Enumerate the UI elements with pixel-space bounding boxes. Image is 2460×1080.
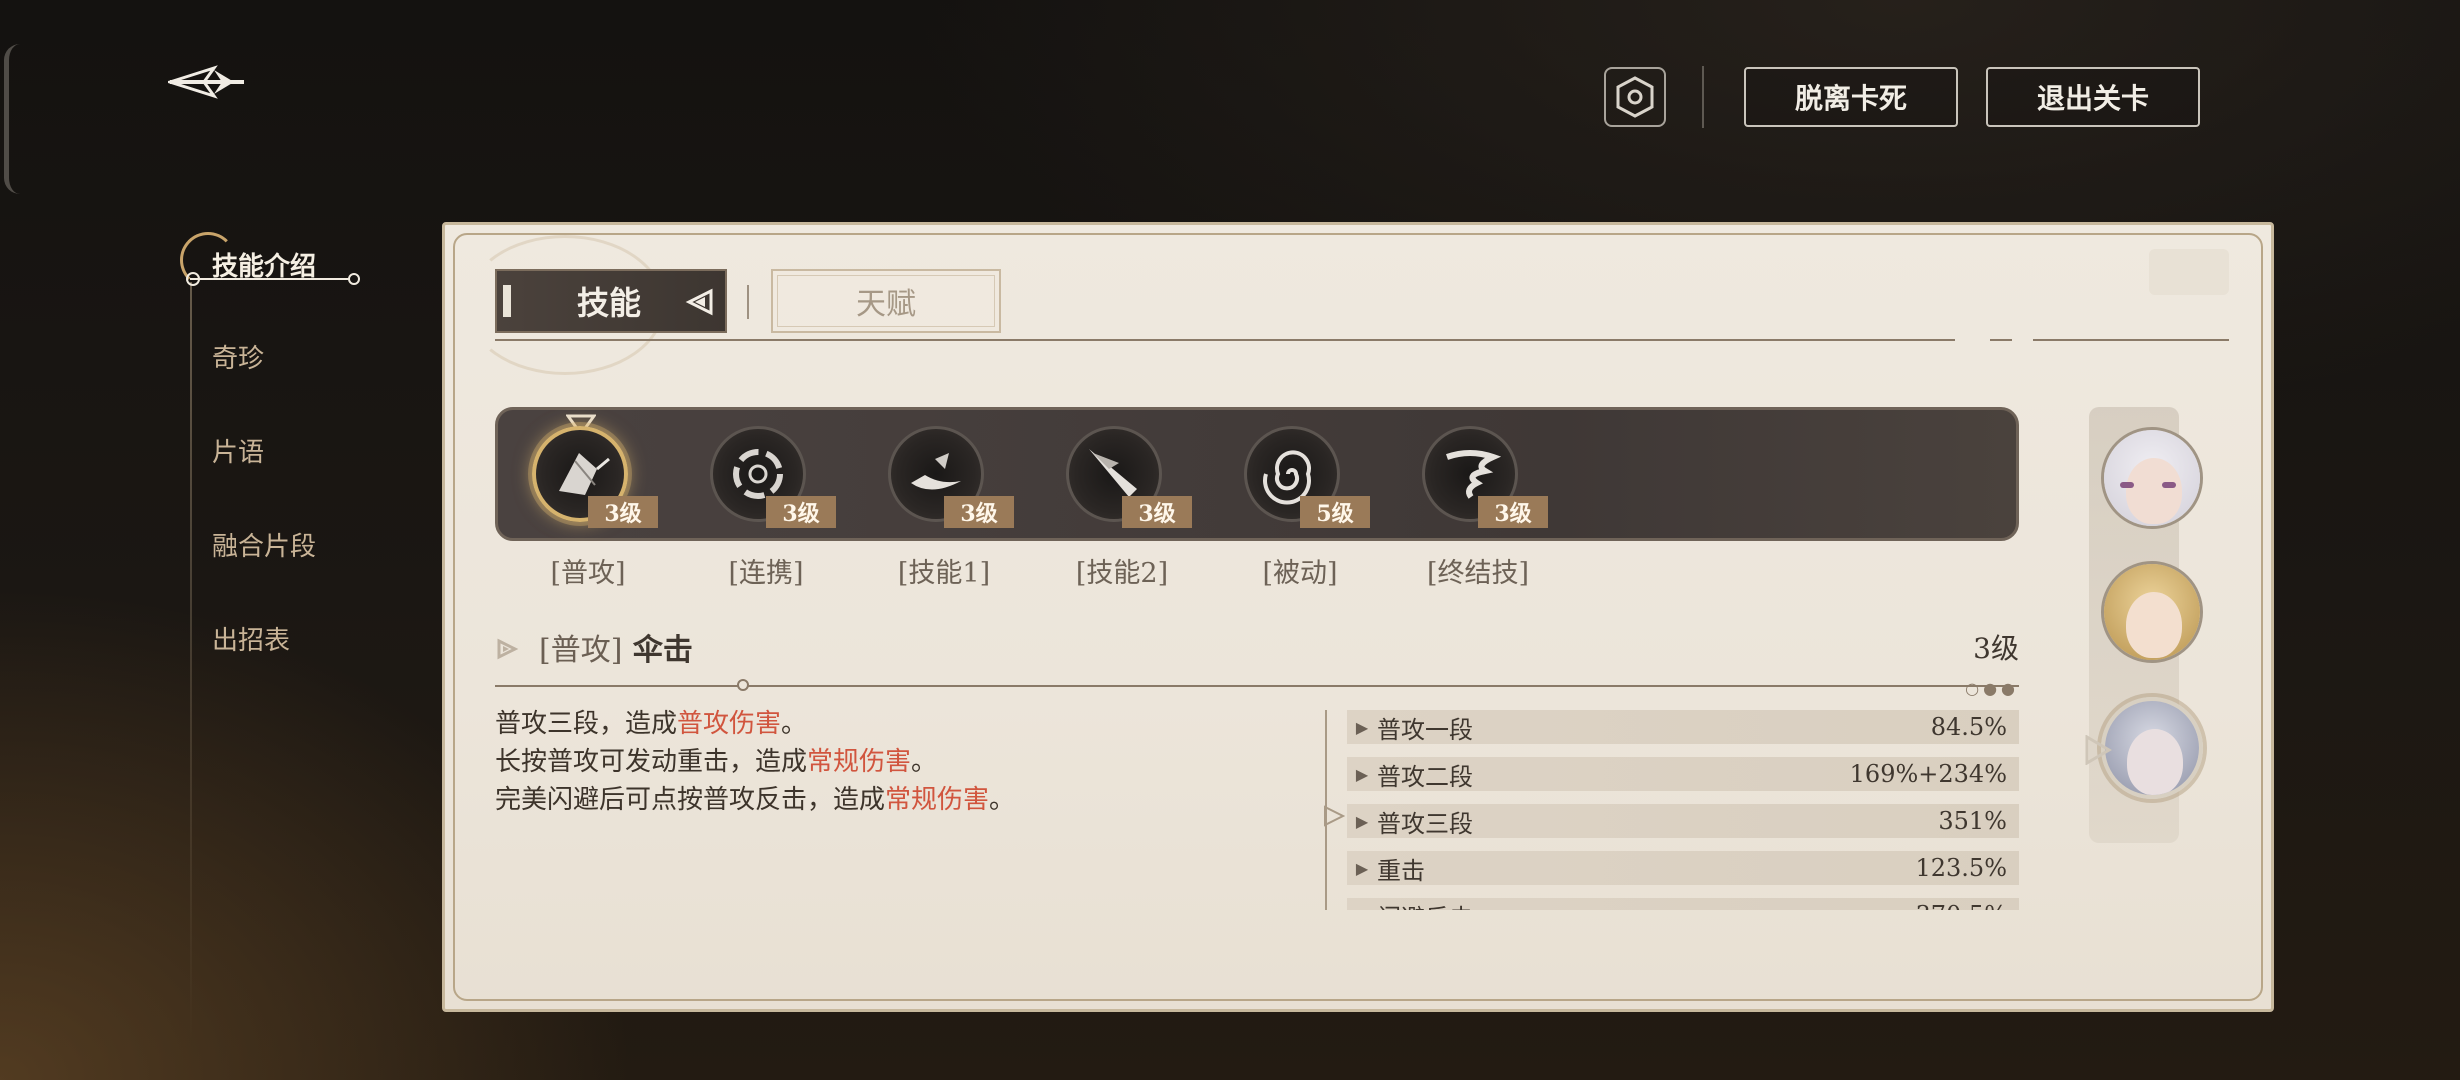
description-line: 完美闪避后可点按普攻反击，造成常规伤害。 — [495, 785, 1016, 815]
row-arrow-icon: ▶ — [1355, 858, 1369, 878]
settings-button[interactable] — [1604, 67, 1666, 127]
stat-name: 普攻二段 — [1377, 762, 1473, 791]
stat-value: 84.5% — [1930, 713, 2007, 741]
row-arrow-icon: ▶ — [1347, 906, 1377, 911]
skill-slot-skill1[interactable]: 3级 — [882, 420, 1014, 536]
tab-arrow-icon — [685, 288, 713, 316]
skill-bar: 3级 3级 3级 3级 5级 3级 — [495, 407, 2019, 541]
avatar-face — [2126, 592, 2182, 658]
skill-slot-combo[interactable]: 3级 — [704, 420, 836, 536]
skill-detail-title: [普攻] 伞击 — [539, 625, 693, 669]
row-arrow-icon: ▶ — [1355, 811, 1369, 831]
stat-value: 351% — [1938, 807, 2007, 835]
tab-mark — [503, 285, 511, 317]
detail-dots-decoration: ○●● — [1965, 679, 2019, 698]
stat-name: 重击 — [1377, 856, 1425, 885]
skill-detail-name: 伞击 — [632, 633, 693, 668]
skill-detail-tag: [普攻] — [539, 633, 623, 668]
stat-row: ▶ 普攻一段 84.5% — [1347, 710, 2019, 744]
corner-decoration — [2149, 249, 2229, 295]
menu-item-move-list[interactable]: 出招表 — [212, 620, 290, 657]
skill-level-badge: 3级 — [944, 496, 1014, 528]
stat-name: 闪避反击 — [1377, 898, 1915, 911]
hexagon-gear-icon — [1616, 76, 1654, 118]
active-node — [186, 272, 200, 286]
detail-underline-node — [737, 679, 749, 691]
skill-level-badge: 3级 — [588, 496, 658, 528]
skill-slot-skill2[interactable]: 3级 — [1060, 420, 1192, 536]
avatar-eye — [2120, 482, 2134, 488]
avatar-face — [2126, 458, 2182, 524]
character-avatar[interactable] — [2101, 561, 2203, 663]
skill-stats-table[interactable]: ▶ 普攻一段 84.5% ▶ 普攻二段 169%+234% ▶ 普攻三段 351… — [1325, 710, 2019, 910]
back-arrow-icon — [165, 65, 244, 99]
stat-value: 169%+234% — [1849, 760, 2007, 788]
avatar-face — [2127, 729, 2183, 795]
tab-underline — [495, 339, 1955, 341]
unstuck-button[interactable]: 脱离卡死 — [1744, 67, 1958, 127]
character-list — [2089, 407, 2203, 843]
skill-label-combo: [连携] — [728, 558, 804, 589]
tab-underline-segment — [1990, 339, 2012, 341]
stat-name: 普攻一段 — [1377, 715, 1473, 744]
skill-label-ultimate: [终结技] — [1426, 558, 1530, 589]
description-line: 普攻三段，造成普攻伤害。 — [495, 709, 808, 739]
stat-row: ▶ 普攻二段 169%+234% — [1347, 757, 2019, 791]
skill-detail-level: 3级 — [1973, 632, 2019, 665]
edge-decoration — [4, 44, 20, 194]
skill-label-passive: [被动] — [1262, 558, 1338, 589]
tab-skill-label: 技能 — [577, 284, 642, 322]
row-pointer-icon — [1324, 805, 1345, 827]
skill-slot-passive[interactable]: 5级 — [1238, 420, 1370, 536]
active-character-pointer-icon — [2085, 735, 2112, 765]
skill-level-badge: 3级 — [1478, 496, 1548, 528]
character-avatar-active[interactable] — [2101, 697, 2203, 799]
skill-detail-header: [普攻] 伞击 3级 ○●● — [495, 632, 2019, 698]
header-arrow-icon — [497, 638, 519, 660]
tab-skill[interactable]: 技能 — [495, 269, 727, 333]
menu-item-fusion-fragments[interactable]: 融合片段 — [212, 526, 316, 563]
skill-slot-ultimate[interactable]: 3级 — [1416, 420, 1548, 536]
row-arrow-icon: ▶ — [1355, 717, 1369, 737]
stat-row: ▶ 闪避反击 370.5% — [1347, 898, 2019, 910]
exit-stage-button[interactable]: 退出关卡 — [1986, 67, 2200, 127]
menu-item-phrases[interactable]: 片语 — [212, 432, 264, 469]
description-line: 长按普攻可发动重击，造成常规伤害。 — [495, 747, 938, 777]
row-arrow-icon: ▶ — [1355, 764, 1369, 784]
top-separator — [1702, 66, 1704, 128]
skill-level-badge: 3级 — [766, 496, 836, 528]
character-avatar[interactable] — [2101, 427, 2203, 529]
skill-panel: 技能 天赋 3级 3级 3级 3级 5级 3级 [普攻] [连携] [技能1] … — [442, 222, 2274, 1012]
stat-value: 370.5% — [1915, 901, 2019, 910]
tab-talent[interactable]: 天赋 — [771, 269, 1001, 333]
skill-slot-normal-attack[interactable]: 3级 — [526, 414, 658, 536]
avatar-eye — [2162, 482, 2176, 488]
stat-value: 123.5% — [1915, 854, 2007, 882]
skill-label-skill2: [技能2] — [1075, 558, 1169, 589]
menu-item-treasures[interactable]: 奇珍 — [212, 338, 264, 375]
detail-underline — [495, 685, 2019, 687]
menu-rail — [190, 282, 192, 1042]
back-button[interactable] — [165, 62, 246, 102]
stat-row: ▶ 重击 123.5% — [1347, 851, 2019, 885]
tab-divider — [747, 285, 749, 319]
active-tail-node — [348, 273, 360, 285]
top-actions: 脱离卡死 退出关卡 — [1604, 66, 2200, 128]
skill-level-badge: 3级 — [1122, 496, 1192, 528]
menu-item-skill-intro[interactable]: 技能介绍 — [212, 246, 316, 283]
skill-description: 普攻三段，造成普攻伤害。 长按普攻可发动重击，造成常规伤害。 完美闪避后可点按普… — [495, 705, 1275, 819]
stat-name: 普攻三段 — [1377, 809, 1473, 838]
skill-level-badge: 5级 — [1300, 496, 1370, 528]
tab-underline-segment — [2033, 339, 2229, 341]
skill-label-skill1: [技能1] — [897, 558, 991, 589]
stat-row: ▶ 普攻三段 351% — [1347, 804, 2019, 838]
skill-label-normal-attack: [普攻] — [550, 558, 626, 589]
